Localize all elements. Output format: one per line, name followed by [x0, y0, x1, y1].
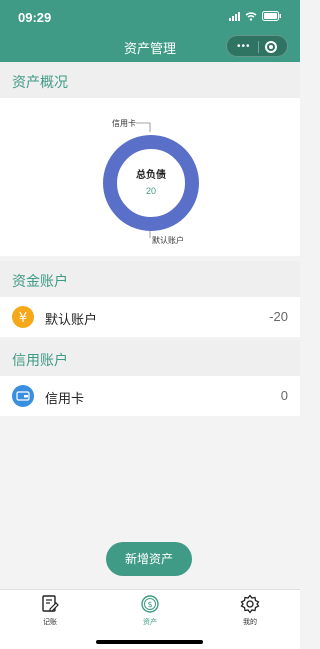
edit-note-icon [42, 595, 59, 612]
fund-accounts-header: 资金账户 [0, 261, 300, 297]
coin-icon: $ [141, 595, 159, 613]
add-asset-button[interactable]: 新增资产 [106, 542, 192, 576]
tab-mine[interactable]: 我的 [230, 594, 270, 628]
account-amount: 0 [280, 388, 288, 403]
credit-accounts-title: 信用账户 [12, 352, 68, 368]
system-icons [229, 11, 282, 21]
list-item-credit-card[interactable]: 信用卡 0 [0, 376, 300, 416]
donut-ring [103, 135, 199, 231]
capsule-divider [258, 41, 259, 53]
donut-center-value: 20 [145, 186, 156, 196]
account-label: 信用卡 [45, 391, 85, 406]
overview-header: 资产概况 [0, 62, 300, 98]
tab-assets[interactable]: $ 资产 [130, 594, 170, 628]
top-bar: 09:29 资产管理 ••• [0, 0, 300, 62]
tab-label: 记账 [43, 619, 57, 626]
credit-accounts-header: 信用账户 [0, 340, 300, 376]
account-amount: -20 [269, 309, 288, 324]
overview-title: 资产概况 [12, 74, 68, 90]
svg-text:$: $ [147, 600, 152, 609]
yuan-icon: ¥ [12, 306, 34, 328]
mini-program-capsule[interactable]: ••• [226, 35, 288, 57]
svg-text:¥: ¥ [19, 311, 27, 326]
tab-bookkeeping[interactable]: 记账 [30, 594, 70, 628]
gear-icon [240, 594, 260, 614]
more-icon[interactable]: ••• [237, 41, 251, 52]
donut-center-label: 总负债 [136, 170, 166, 181]
battery-icon [262, 11, 281, 21]
wifi-icon [245, 11, 257, 21]
tab-label: 资产 [143, 619, 157, 626]
home-indicator[interactable] [96, 640, 203, 644]
status-bar: 09:29 [0, 0, 300, 30]
signal-icon [229, 11, 240, 21]
close-target-icon[interactable] [265, 41, 277, 53]
fund-accounts-title: 资金账户 [12, 273, 68, 289]
account-label: 默认账户 [45, 312, 98, 327]
status-time: 09:29 [18, 10, 52, 25]
debt-donut-chart: 总负债 20 [102, 134, 200, 232]
card-icon [12, 385, 34, 407]
list-item-default-account[interactable]: ¥ 默认账户 -20 [0, 297, 300, 337]
tab-label: 我的 [243, 619, 257, 626]
